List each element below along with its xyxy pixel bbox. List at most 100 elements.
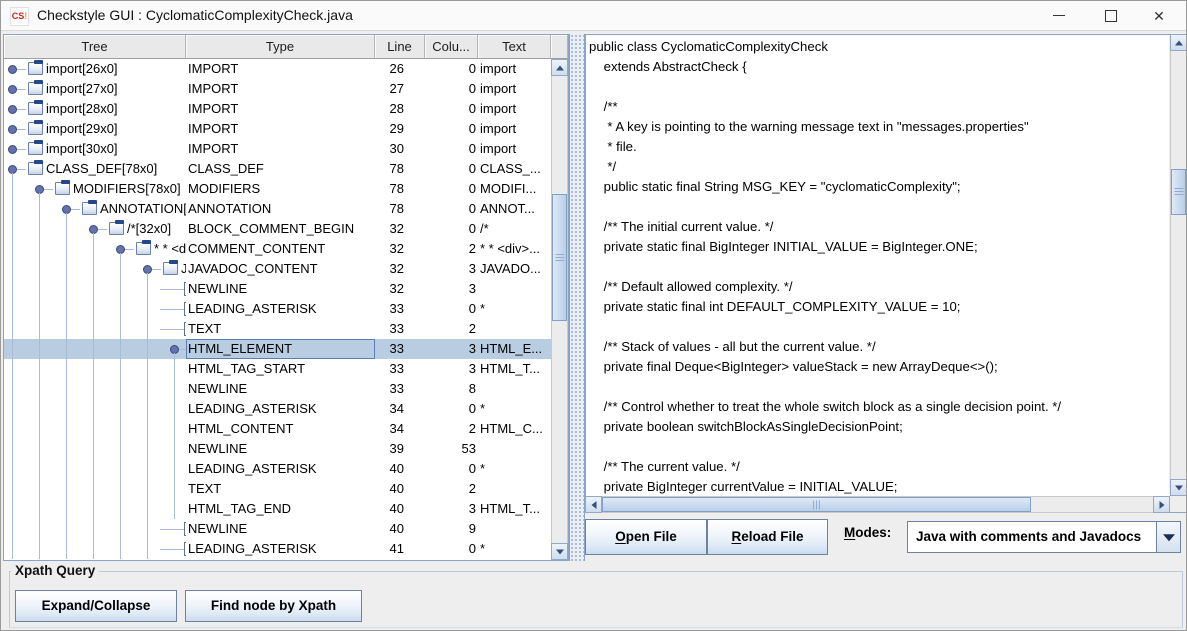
parse-mode-combobox[interactable]: Java with comments and Javadocs [907,521,1181,553]
open-file-button[interactable]: Open File [585,519,707,555]
table-row[interactable]: LEADING_ASTERISK410* [4,539,551,559]
tree-guide-line [12,439,13,459]
source-code-view[interactable]: public class CyclomaticComplexityCheck e… [586,35,1169,496]
table-row[interactable]: NEWLINE323 [4,279,551,299]
column-cell: 0 [425,79,478,99]
titlebar[interactable]: CS! Checkstyle GUI : CyclomaticComplexit… [1,1,1186,31]
tree-scroll-down-icon[interactable] [551,543,568,560]
split-pane-divider[interactable] [569,34,585,561]
expand-collapse-button[interactable]: Expand/Collapse [15,590,177,622]
maximize-button[interactable] [1088,1,1134,31]
tree-guide-line [174,479,175,499]
table-row[interactable]: LEADING_ASTERISK340* [4,399,551,419]
column-header-type[interactable]: Type [186,35,375,59]
tree-guide-line [39,539,40,559]
tree-node-label: import[30x0] [46,139,118,159]
line-cell: 40 [375,479,425,499]
reload-file-button[interactable]: Reload File [707,519,828,555]
tree-guide-line [93,299,94,319]
table-row[interactable]: LEADING_ASTERISK400* [4,459,551,479]
code-text: public class CyclomaticComplexityCheck e… [586,35,1169,496]
code-scroll-down-icon[interactable] [1170,479,1187,496]
table-row[interactable]: NEWLINE3953 [4,439,551,459]
tree-guide-line [12,239,13,259]
text-cell [478,479,551,499]
expand-handle-icon[interactable] [4,59,26,79]
table-row[interactable]: import[28x0]IMPORT280import [4,99,551,119]
window-title: Checkstyle GUI : CyclomaticComplexityChe… [37,7,353,23]
table-row[interactable]: TEXT402 [4,479,551,499]
folder-icon [163,262,178,275]
code-scroll-right-icon[interactable] [1153,496,1170,513]
expand-handle-icon[interactable] [4,79,26,99]
tree-scrollbar-thumb[interactable] [552,194,567,321]
tree-node-label: CLASS_DEF[78x0] [46,159,157,179]
tree-guide-line [66,319,67,339]
expand-handle-icon[interactable] [4,119,26,139]
table-row[interactable]: JAVADOCJAVADOC_CONTENT323JAVADO... [4,259,551,279]
folder-icon [109,222,124,235]
find-node-by-xpath-button[interactable]: Find node by Xpath [185,590,362,622]
tree-guide-line [147,339,148,359]
collapse-handle-icon[interactable] [166,339,186,359]
table-row[interactable]: NEWLINE338 [4,379,551,399]
text-cell: HTML_C... [478,419,551,439]
column-cell: 0 [425,99,478,119]
table-row[interactable]: TEXT332 [4,319,551,339]
column-header-text[interactable]: Text [478,35,551,59]
code-scroll-left-icon[interactable] [585,496,602,513]
table-row[interactable]: HTML_CONTENT342HTML_C... [4,419,551,439]
chevron-down-icon[interactable] [1156,522,1180,552]
column-header-column[interactable]: Colu... [425,35,478,59]
code-vscrollbar-thumb[interactable] [1171,169,1186,215]
table-row[interactable]: * * <div>...COMMENT_CONTENT322* * <div>.… [4,239,551,259]
tree-guide-line [174,419,175,439]
table-row[interactable]: MODIFIERS[78x0]MODIFIERS780MODIFI... [4,179,551,199]
tree-guide-line [120,479,121,499]
code-vscrollbar-track[interactable] [1170,34,1187,496]
table-row[interactable]: import[30x0]IMPORT300import [4,139,551,159]
code-scroll-up-icon[interactable] [1170,34,1187,51]
collapse-handle-icon[interactable] [139,259,161,279]
table-row[interactable]: import[26x0]IMPORT260import [4,59,551,79]
code-hscrollbar-thumb[interactable] [602,497,1031,512]
expand-handle-icon[interactable] [4,139,26,159]
minimize-button[interactable] [1036,1,1082,31]
table-row[interactable]: import[29x0]IMPORT290import [4,119,551,139]
tree-guide-line [39,339,40,359]
tree-guide-line [147,519,148,539]
tree-guide-line [66,539,67,559]
table-row[interactable]: NEWLINE409 [4,519,551,539]
column-header-line[interactable]: Line [375,35,425,59]
table-row[interactable]: HTML_TAG_END403HTML_T... [4,499,551,519]
close-button[interactable]: ✕ [1136,1,1182,31]
tree-guide-line [39,239,40,259]
line-cell: 33 [375,319,425,339]
table-row[interactable]: LEADING_ASTERISK330* [4,299,551,319]
type-cell: LEADING_ASTERISK [186,459,375,479]
table-row[interactable]: HTML_TAG_START333HTML_T... [4,359,551,379]
tree-guide-line [147,279,148,299]
tree-guide-line [39,299,40,319]
type-cell: IMPORT [186,119,375,139]
table-row[interactable]: import[27x0]IMPORT270import [4,79,551,99]
tree-scroll-up-icon[interactable] [551,59,568,76]
table-row[interactable]: CLASS_DEF[78x0]CLASS_DEF780CLASS_... [4,159,551,179]
collapse-handle-icon[interactable] [112,239,134,259]
collapse-handle-icon[interactable] [4,159,26,179]
table-row[interactable]: HTML_ELEMENT333HTML_E... [4,339,551,359]
column-header-tree[interactable]: Tree [4,35,186,59]
tree-guide-line [147,379,148,399]
table-row[interactable]: /*[32x0]BLOCK_COMMENT_BEGIN320/* [4,219,551,239]
collapse-handle-icon[interactable] [85,219,107,239]
collapse-handle-icon[interactable] [58,199,80,219]
collapse-handle-icon[interactable] [31,179,53,199]
column-cell: 0 [425,399,478,419]
expand-handle-icon[interactable] [4,99,26,119]
tree-cell [4,299,186,319]
table-row[interactable]: ANNOTATION[78x0]ANNOTATION780ANNOT... [4,199,551,219]
tree-guide-line [12,199,13,219]
tree-cell: CLASS_DEF[78x0] [4,159,186,179]
tree-guide-line [93,519,94,539]
tree-cell [4,339,186,359]
